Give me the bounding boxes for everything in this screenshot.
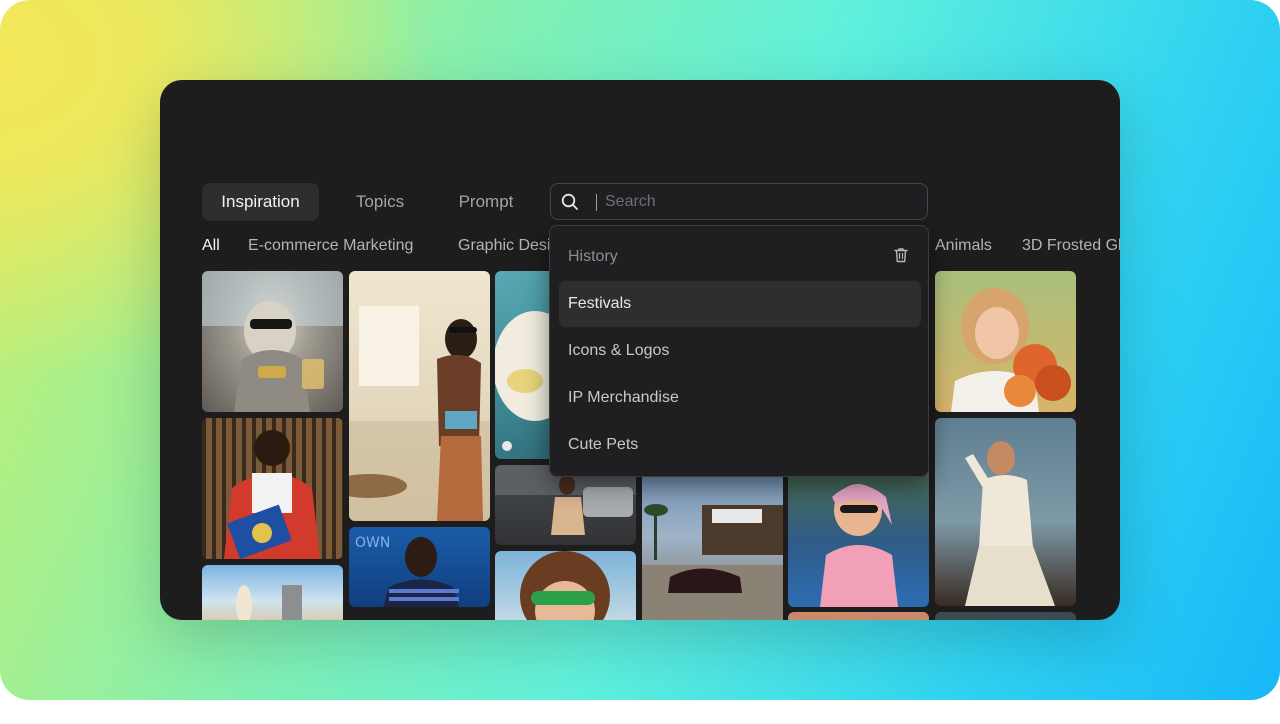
trash-icon[interactable] — [892, 246, 910, 264]
search-icon — [561, 193, 578, 210]
gallery-tile-desert[interactable] — [202, 565, 343, 620]
gallery-tile-parking[interactable] — [642, 465, 783, 620]
category-all[interactable]: All — [202, 235, 220, 257]
category-3d-frosted-glass[interactable]: 3D Frosted Glass — [1022, 235, 1120, 257]
tab-inspiration[interactable]: Inspiration — [202, 183, 319, 221]
gallery-tile-green-glasses[interactable] — [495, 551, 636, 620]
app-window: Inspiration Topics Prompt Search All E-c… — [160, 80, 1120, 620]
gallery-tile-street[interactable] — [495, 465, 636, 545]
gallery-tile-goat[interactable] — [202, 271, 343, 412]
gallery-tile-partial[interactable] — [788, 612, 929, 620]
history-item-icons-logos[interactable]: Icons & Logos — [559, 328, 921, 374]
svg-text:OWN: OWN — [355, 535, 390, 551]
gallery-tile-flowers[interactable] — [935, 271, 1076, 412]
gallery-tile-partial-2[interactable] — [935, 612, 1076, 620]
history-heading: History — [568, 248, 618, 265]
gallery-tile-white-suit[interactable] — [935, 418, 1076, 606]
text-caret — [596, 194, 597, 211]
history-item-cute-pets[interactable]: Cute Pets — [559, 422, 921, 468]
gallery-tile-bandana[interactable] — [788, 465, 929, 607]
tab-prompt[interactable]: Prompt — [444, 183, 528, 221]
search-input[interactable]: Search — [605, 184, 656, 219]
tab-topics[interactable]: Topics — [338, 183, 422, 221]
history-item-festivals[interactable]: Festivals — [559, 281, 921, 327]
history-item-ip-merchandise[interactable]: IP Merchandise — [559, 375, 921, 421]
category-animals[interactable]: Animals — [935, 235, 992, 257]
gallery-tile-vinyl[interactable] — [202, 418, 343, 559]
gallery-tile-woman-phone[interactable] — [349, 271, 490, 521]
search-history-dropdown: History Festivals Icons & Logos IP Merch… — [549, 225, 929, 477]
gallery-tile-graffiti[interactable]: OWN — [349, 527, 490, 607]
search-box[interactable]: Search — [550, 183, 928, 220]
category-ecommerce-marketing[interactable]: E-commerce Marketing — [248, 235, 413, 257]
